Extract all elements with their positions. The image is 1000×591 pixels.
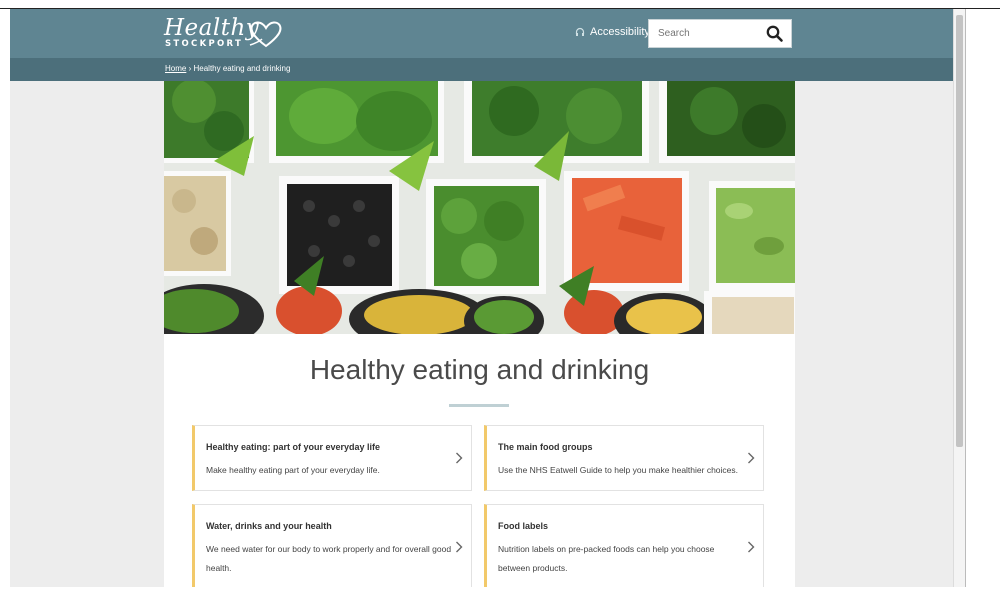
main-content: Healthy eating and drinking Healthy eati…	[164, 334, 795, 587]
card-title: Healthy eating: part of your everyday li…	[206, 442, 381, 452]
site-header: Healthy STOCKPORT Accessibility	[10, 9, 953, 58]
headphones-icon	[575, 27, 585, 36]
chevron-right-icon	[748, 452, 755, 464]
breadcrumb-separator: ›	[188, 64, 192, 73]
card-title: Water, drinks and your health	[206, 521, 332, 531]
search-input[interactable]	[656, 27, 760, 40]
hero-image-food-bowls	[164, 81, 795, 334]
card-description: Use the NHS Eatwell Guide to help you ma…	[498, 465, 739, 475]
title-divider	[449, 404, 509, 407]
accessibility-label: Accessibility	[590, 26, 650, 38]
heart-icon	[249, 21, 282, 48]
vegetable-platter-illustration	[164, 81, 795, 334]
card-water-drinks[interactable]: Water, drinks and your health We need wa…	[192, 504, 472, 587]
card-description: Nutrition labels on pre-packed foods can…	[498, 544, 715, 573]
chevron-right-icon	[456, 541, 463, 553]
logo-wordmark: Healthy	[164, 15, 260, 41]
breadcrumb-current: Healthy eating and drinking	[193, 64, 291, 73]
page-title: Healthy eating and drinking	[309, 354, 650, 385]
chevron-right-icon	[748, 541, 755, 553]
search-icon[interactable]	[765, 24, 785, 44]
chevron-right-icon	[456, 452, 463, 464]
healthy-stockport-logo[interactable]: Healthy STOCKPORT	[164, 15, 284, 51]
card-title: The main food groups	[498, 442, 593, 452]
scrollbar-thumb[interactable]	[956, 15, 963, 447]
card-healthy-eating[interactable]: Healthy eating: part of your everyday li…	[192, 425, 472, 491]
card-description: We need water for our body to work prope…	[206, 544, 452, 573]
card-food-labels[interactable]: Food labels Nutrition labels on pre-pack…	[484, 504, 764, 587]
card-title: Food labels	[498, 521, 549, 531]
accessibility-link[interactable]: Accessibility	[575, 26, 650, 38]
logo-subtitle: STOCKPORT	[165, 39, 244, 49]
breadcrumb-bar: Home › Healthy eating and drinking	[10, 58, 953, 81]
breadcrumb-home-link[interactable]: Home	[165, 64, 186, 73]
window-edge	[965, 9, 966, 587]
page-viewport: Healthy STOCKPORT Accessibility Search H…	[10, 9, 953, 587]
card-main-food-groups[interactable]: The main food groups Use the NHS Eatwell…	[484, 425, 764, 491]
card-description: Make healthy eating part of your everyda…	[206, 465, 380, 475]
browser-top-edge	[0, 0, 1000, 9]
breadcrumb: Home › Healthy eating and drinking	[165, 64, 290, 73]
search-box	[648, 19, 792, 48]
